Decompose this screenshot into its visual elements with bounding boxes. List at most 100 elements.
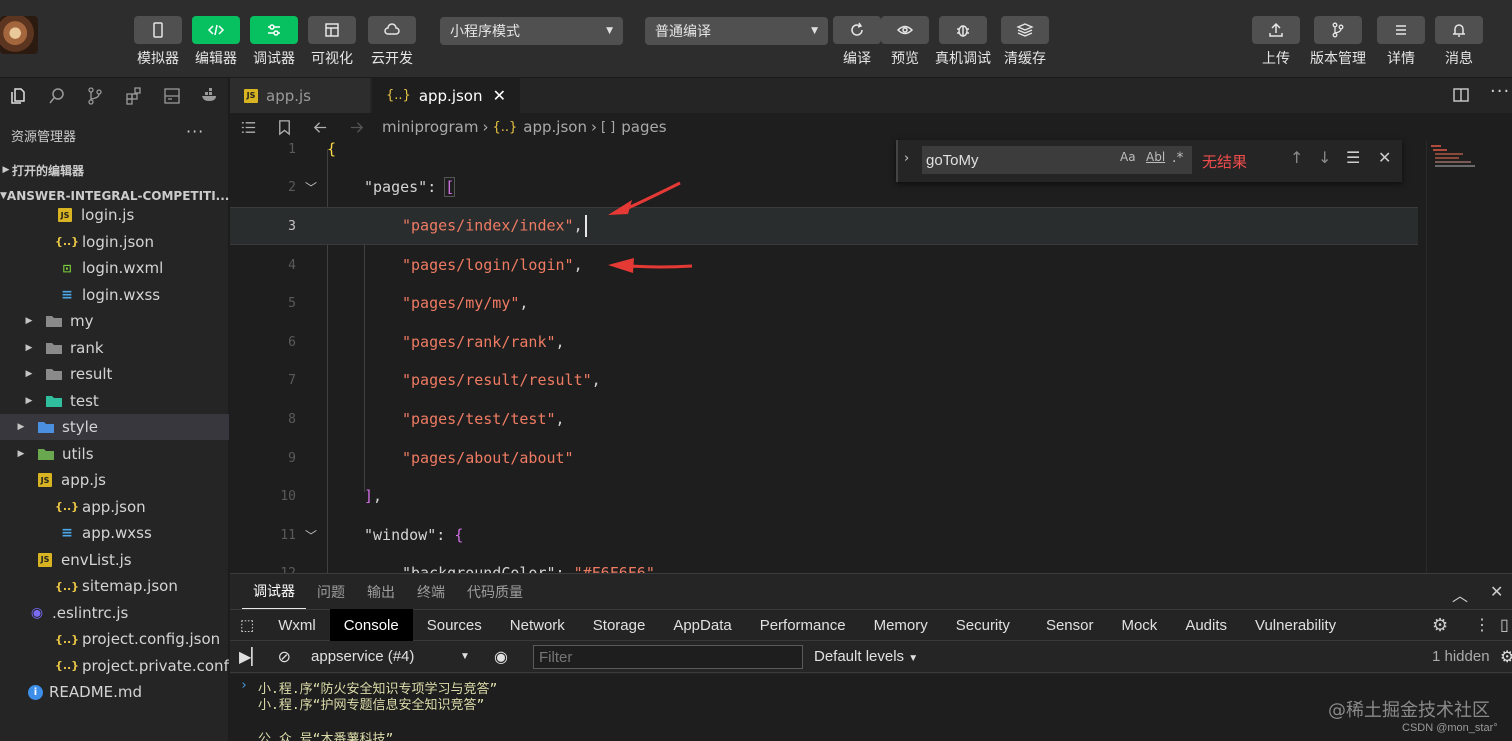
tab-sensor[interactable]: Sensor <box>1024 609 1108 641</box>
tree-item-style[interactable]: ▶ style <box>0 414 229 440</box>
arrow-up-icon[interactable]: ↑ <box>1290 148 1303 167</box>
open-editors-section[interactable]: ▶ 打开的编辑器 <box>0 158 229 182</box>
regex-icon[interactable]: .* <box>1172 150 1183 166</box>
compile-mode-select[interactable]: 普通编译 ▼ <box>645 17 828 45</box>
console-output[interactable]: › 小.程.序“防火安全知识专项学习与竞答” 小.程.序“护网专题信息安全知识竞… <box>230 674 1512 741</box>
clear-cache-button[interactable]: 清缓存 <box>996 16 1054 68</box>
minimap[interactable] <box>1426 141 1512 573</box>
storage-icon[interactable] <box>153 78 191 114</box>
gear-icon[interactable]: ⚙ <box>1432 615 1448 636</box>
more-actions-icon[interactable]: ··· <box>1490 81 1510 102</box>
close-icon[interactable]: ✕ <box>1490 582 1503 601</box>
avatar[interactable] <box>0 16 38 54</box>
gear-icon[interactable]: ⚙ <box>1500 647 1512 667</box>
chevron-right-icon[interactable]: ▶ <box>14 422 28 432</box>
tree-item-app-json[interactable]: {..} app.json <box>0 494 229 520</box>
files-icon[interactable] <box>0 78 38 114</box>
fold-chevron-icon[interactable]: ﹀ <box>305 179 317 196</box>
chevron-right-icon[interactable]: › <box>904 151 909 166</box>
remote-debug-button[interactable]: 真机调试 <box>932 16 994 68</box>
tab-output[interactable]: 输出 <box>356 574 406 609</box>
docker-icon[interactable] <box>191 78 229 114</box>
tree-item-sitemap-json[interactable]: {..} sitemap.json <box>0 573 229 599</box>
tree-item-project-private-config-js[interactable]: {..}project.private.config.js... <box>0 653 229 679</box>
eye-icon[interactable]: ◉ <box>494 647 508 667</box>
chevron-right-icon[interactable]: ▶ <box>22 396 36 406</box>
tab-wxml[interactable]: Wxml <box>264 609 330 641</box>
tab-performance[interactable]: Performance <box>746 609 860 641</box>
tree-item-login-wxml[interactable]: ⊡ login.wxml <box>0 255 229 281</box>
tree-item-my[interactable]: ▶ my <box>0 308 229 334</box>
version-button[interactable]: 版本管理 <box>1304 16 1372 68</box>
breadcrumb-folder[interactable]: miniprogram <box>382 118 478 136</box>
tab-vulnerability[interactable]: Vulnerability <box>1241 609 1350 641</box>
tab-debugger[interactable]: 调试器 <box>242 574 306 609</box>
find-in-selection-icon[interactable]: ☰ <box>1346 148 1360 167</box>
tree-item-app-wxss[interactable]: ≡ app.wxss <box>0 520 229 546</box>
tab-security[interactable]: Security <box>942 609 1024 641</box>
mode-select[interactable]: 小程序模式 ▼ <box>440 17 623 45</box>
tree-item-login-json[interactable]: {..} login.json <box>0 229 229 255</box>
chevron-right-icon[interactable]: ▶ <box>22 343 36 353</box>
debugger-button[interactable]: 调试器 <box>245 16 303 68</box>
tab-memory[interactable]: Memory <box>860 609 942 641</box>
chevron-right-icon[interactable]: ▶ <box>22 369 36 379</box>
clear-console-icon[interactable]: ⊘ <box>278 647 291 667</box>
tree-item-eslintrc-js[interactable]: ◉ .eslintrc.js <box>0 600 229 626</box>
more-actions-icon[interactable]: ··· <box>186 122 204 141</box>
tree-item-test[interactable]: ▶ test <box>0 388 229 414</box>
simulator-button[interactable]: 模拟器 <box>129 16 187 68</box>
tree-item-login-wxss[interactable]: ≡ login.wxss <box>0 282 229 308</box>
filter-input[interactable] <box>533 645 803 669</box>
kebab-menu-icon[interactable]: ⋮ <box>1474 615 1490 635</box>
match-case-icon[interactable]: Aa <box>1120 150 1136 164</box>
tab-mock[interactable]: Mock <box>1107 609 1171 641</box>
details-button[interactable]: 详情 <box>1372 16 1430 68</box>
bookmark-icon[interactable] <box>266 113 302 141</box>
arrow-down-icon[interactable]: ↓ <box>1318 148 1331 167</box>
close-icon[interactable]: ✕ <box>493 86 506 105</box>
extensions-icon[interactable] <box>115 78 153 114</box>
search-icon[interactable] <box>38 78 76 114</box>
tree-item-login-js[interactable]: JS login.js <box>0 202 229 228</box>
levels-select[interactable]: Default levels ▼ <box>814 648 918 665</box>
upload-button[interactable]: 上传 <box>1247 16 1305 68</box>
tree-item-rank[interactable]: ▶ rank <box>0 335 229 361</box>
forward-arrow-icon[interactable] <box>338 113 374 141</box>
whole-word-icon[interactable]: Abl <box>1146 150 1165 164</box>
tab-terminal[interactable]: 终端 <box>406 574 456 609</box>
tab-network[interactable]: Network <box>496 609 579 641</box>
tree-item-readme-md[interactable]: i README.md <box>0 679 229 705</box>
visualize-button[interactable]: 可视化 <box>303 16 361 68</box>
tree-item-result[interactable]: ▶ result <box>0 361 229 387</box>
tab-code-quality[interactable]: 代码质量 <box>456 574 534 609</box>
tab-audits[interactable]: Audits <box>1171 609 1241 641</box>
tab-problems[interactable]: 问题 <box>306 574 356 609</box>
breadcrumb-file[interactable]: app.json <box>523 118 587 136</box>
tree-item-app-js[interactable]: JS app.js <box>0 467 229 493</box>
split-editor-icon[interactable] <box>1452 86 1470 104</box>
dock-icon[interactable]: ▯ <box>1500 615 1509 635</box>
sidebar-toggle-icon[interactable]: ▶▏ <box>239 647 264 667</box>
breadcrumb-node[interactable]: pages <box>621 118 666 136</box>
source-control-icon[interactable] <box>76 78 114 114</box>
context-select[interactable]: appservice (#4) <box>311 648 414 665</box>
caret-down-icon[interactable]: ▼ <box>460 651 470 662</box>
tab-app-json[interactable]: {..} app.json ✕ <box>372 78 520 113</box>
tree-item-project-config-json[interactable]: {..} project.config.json <box>0 626 229 652</box>
inspect-icon[interactable]: ⬚ <box>230 609 264 641</box>
close-icon[interactable]: ✕ <box>1378 148 1391 167</box>
chevron-up-icon[interactable]: ︿ <box>1452 582 1468 606</box>
tab-console[interactable]: Console <box>329 609 413 641</box>
list-icon[interactable] <box>230 113 266 141</box>
editor-button[interactable]: 编辑器 <box>187 16 245 68</box>
tab-sources[interactable]: Sources <box>413 609 496 641</box>
messages-button[interactable]: 消息 <box>1430 16 1488 68</box>
tree-item-utils[interactable]: ▶ utils <box>0 441 229 467</box>
chevron-right-icon[interactable]: ▶ <box>14 449 28 459</box>
chevron-right-icon[interactable]: ▶ <box>22 316 36 326</box>
tab-app-js[interactable]: JS app.js <box>230 78 370 113</box>
fold-chevron-icon[interactable]: ﹀ <box>305 527 317 544</box>
preview-button[interactable]: 预览 <box>876 16 934 68</box>
cloud-button[interactable]: 云开发 <box>363 16 421 68</box>
